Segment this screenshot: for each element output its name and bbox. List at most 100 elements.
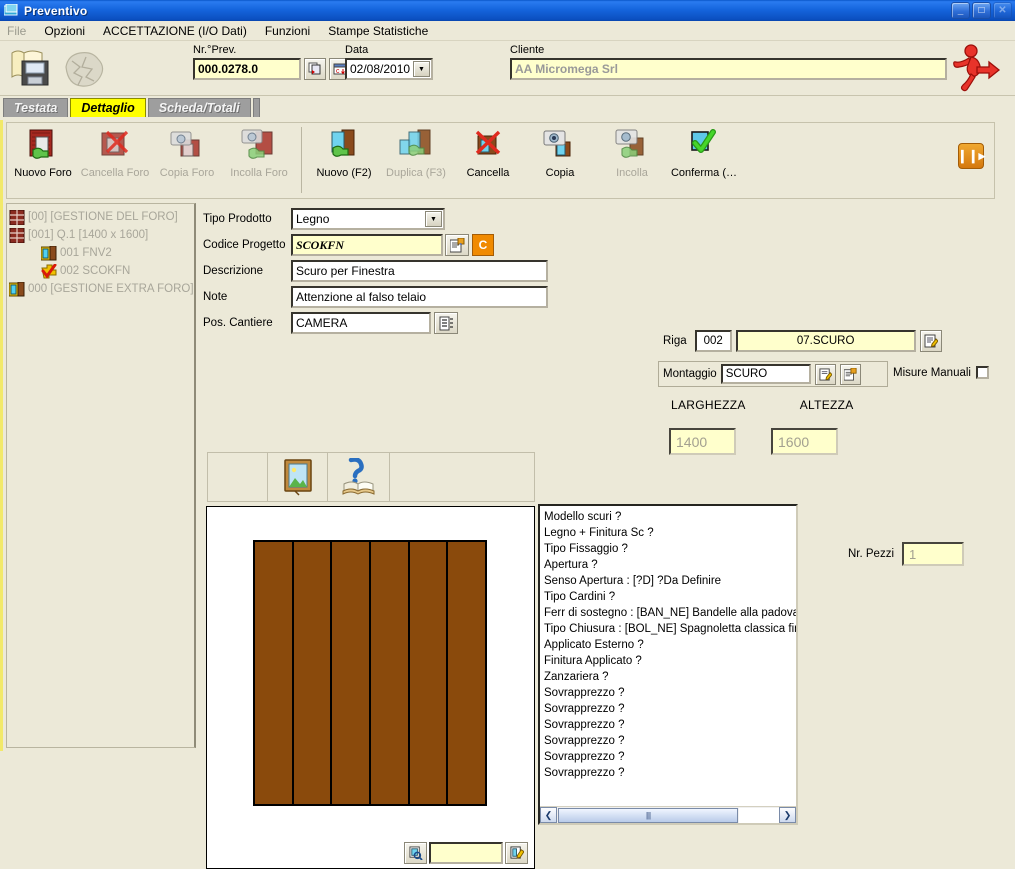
drawing-value-input[interactable]: [429, 842, 503, 864]
data-combobox[interactable]: 02/08/2010 ▼: [345, 58, 433, 80]
tree-item-gestione-extra-foro[interactable]: 000 [GESTIONE EXTRA FORO]: [9, 280, 194, 298]
list-item[interactable]: Apertura ?: [544, 557, 796, 573]
toolbar-nuovo-foro[interactable]: Nuovo Foro: [7, 123, 79, 197]
nr-pezzi-group: Nr. Pezzi 1: [848, 542, 965, 566]
client-area: Nuovo Foro Cancella Foro Copia Foro Inco…: [0, 120, 1015, 869]
nr-prev-input[interactable]: 000.0278.0: [193, 58, 301, 80]
list-item[interactable]: Sovrapprezzo ?: [544, 733, 796, 749]
riga-edit-button[interactable]: [919, 330, 942, 352]
descrizione-input[interactable]: Scuro per Finestra: [291, 260, 548, 282]
tab-strip: Testata Dettaglio Scheda/Totali: [0, 96, 1015, 117]
toolbar-label: Nuovo (F2): [316, 167, 372, 179]
riga-description-input[interactable]: 07.SCURO: [735, 330, 916, 352]
riga-label: Riga: [663, 335, 687, 347]
tree-item-fnv2[interactable]: 001 FNV2: [9, 244, 192, 262]
pos-cantiere-input[interactable]: CAMERA: [291, 312, 431, 334]
cliente-input[interactable]: AA Micromega Srl: [510, 58, 947, 80]
zoom-drawing-icon[interactable]: [404, 842, 427, 864]
list-item[interactable]: Tipo Fissaggio ?: [544, 541, 796, 557]
pos-cantiere-list-button[interactable]: [434, 312, 458, 334]
menu-item-accettazione[interactable]: ACCETTAZIONE (I/O Dati): [103, 24, 247, 38]
toolbar-divider: [301, 127, 302, 193]
copy-prev-button[interactable]: [304, 58, 326, 80]
toolbar-label: Nuovo Foro: [14, 167, 72, 179]
drawing-panel[interactable]: [206, 506, 535, 869]
structure-tree[interactable]: [00] [GESTIONE DEL FORO] [001] Q.1 [1400…: [6, 203, 196, 748]
toolbar-label: Conferma (…: [670, 167, 738, 179]
misure-manuali-label: Misure Manuali: [893, 366, 971, 379]
tree-item-scokfn[interactable]: 002 SCOKFN: [9, 262, 192, 280]
close-button: ✕: [993, 2, 1012, 19]
minimize-button[interactable]: _: [951, 2, 970, 19]
list-item[interactable]: Applicato Esterno ?: [544, 637, 796, 653]
shutter-slat: [255, 542, 292, 804]
list-item[interactable]: Sovrapprezzo ?: [544, 717, 796, 733]
hole-node-icon: [9, 209, 25, 225]
icon-tab-help[interactable]: [328, 453, 390, 501]
nr-pezzi-input[interactable]: 1: [902, 542, 965, 566]
maximize-button[interactable]: □: [972, 2, 991, 19]
list-item[interactable]: Tipo Cardini ?: [544, 589, 796, 605]
tab-testata[interactable]: Testata: [3, 98, 69, 117]
menu-item-opzioni[interactable]: Opzioni: [44, 24, 85, 38]
scrollbar-track[interactable]: [739, 807, 779, 823]
save-document-icon[interactable]: [8, 47, 58, 89]
toolbar-incolla-foro: Incolla Foro: [223, 123, 295, 197]
larghezza-input[interactable]: 1400: [669, 428, 736, 455]
edit-drawing-icon[interactable]: [505, 842, 528, 864]
montaggio-edit-button[interactable]: [814, 363, 836, 385]
list-item[interactable]: Modello scuri ?: [544, 509, 796, 525]
altezza-input[interactable]: 1600: [771, 428, 838, 455]
delete-item-icon: [468, 128, 508, 164]
toolbar-copia[interactable]: Copia: [524, 123, 596, 197]
tree-item-q1[interactable]: [001] Q.1 [1400 x 1600]: [9, 226, 192, 244]
toolbar-cancella[interactable]: Cancella: [452, 123, 524, 197]
scrollbar-thumb[interactable]: ||||: [558, 807, 738, 823]
montaggio-input[interactable]: SCURO: [720, 364, 811, 384]
nr-prev-label: Nr.°Prev.: [193, 44, 237, 56]
toolbar-nuovo-f2[interactable]: Nuovo (F2): [308, 123, 380, 197]
icon-tab-picture[interactable]: [268, 453, 328, 501]
list-item[interactable]: Sovrapprezzo ?: [544, 765, 796, 781]
detail-form: Tipo Prodotto Legno ▼ Codice Progetto SC…: [203, 208, 548, 338]
list-item[interactable]: Legno + Finitura Sc ?: [544, 525, 796, 541]
list-item[interactable]: Ferr di sostegno : [BAN_NE] Bandelle all…: [544, 605, 796, 621]
montaggio-lookup-button[interactable]: [839, 363, 861, 385]
list-item[interactable]: Finitura Applicato ?: [544, 653, 796, 669]
riga-number-input[interactable]: 002: [694, 330, 732, 352]
menu-item-funzioni[interactable]: Funzioni: [265, 24, 310, 38]
toolbar-label: Duplica (F3): [386, 167, 446, 179]
list-item[interactable]: Zanzariera ?: [544, 669, 796, 685]
menu-item-stampe-statistiche[interactable]: Stampe Statistiche: [328, 24, 428, 38]
crumpled-paper-icon[interactable]: [60, 49, 106, 89]
icon-tab-blank[interactable]: [208, 453, 268, 501]
scroll-right-button[interactable]: ❯: [779, 807, 796, 823]
tab-dettaglio[interactable]: Dettaglio: [70, 98, 146, 117]
window-app-icon: [4, 4, 19, 17]
chevron-down-icon[interactable]: ▼: [425, 211, 442, 227]
tipo-prodotto-combobox[interactable]: Legno ▼: [291, 208, 445, 230]
list-item[interactable]: Senso Apertura : [?D] ?Da Definire: [544, 573, 796, 589]
scroll-left-button[interactable]: ❮: [540, 807, 557, 823]
tab-scheda-totali[interactable]: Scheda/Totali: [147, 98, 251, 117]
codice-progetto-input[interactable]: SCOKFN: [291, 234, 443, 256]
new-item-icon: [324, 128, 364, 164]
misure-manuali-checkbox[interactable]: [975, 366, 989, 379]
chevron-down-icon[interactable]: ▼: [413, 61, 430, 77]
list-item[interactable]: Sovrapprezzo ?: [544, 685, 796, 701]
toolbar-conferma[interactable]: Conferma (…: [668, 123, 740, 197]
paste-item-icon: [612, 128, 652, 164]
list-item[interactable]: Sovrapprezzo ?: [544, 749, 796, 765]
codice-progetto-lookup-button[interactable]: [445, 234, 469, 256]
list-item[interactable]: Sovrapprezzo ?: [544, 701, 796, 717]
options-list[interactable]: Modello scuri ? Legno + Finitura Sc ? Ti…: [538, 504, 798, 825]
options-list-hscrollbar[interactable]: ❮ |||| ❯: [540, 806, 796, 823]
exit-runner-icon[interactable]: [947, 43, 1003, 93]
expand-panel-icon[interactable]: ❙❙▸: [957, 143, 985, 169]
toolbar-copia-foro: Copia Foro: [151, 123, 223, 197]
tree-item-gestione-del-foro[interactable]: [00] [GESTIONE DEL FORO]: [9, 208, 192, 226]
codice-progetto-c-button[interactable]: C: [472, 234, 494, 256]
list-item[interactable]: Tipo Chiusura : [BOL_NE] Spagnoletta cla…: [544, 621, 796, 637]
note-input[interactable]: Attenzione al falso telaio: [291, 286, 548, 308]
menu-item-file[interactable]: File: [7, 24, 26, 38]
